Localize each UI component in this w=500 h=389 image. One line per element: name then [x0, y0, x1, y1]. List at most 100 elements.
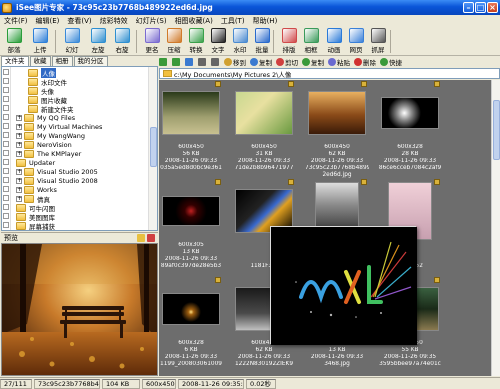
- menu-item[interactable]: 炫彩特效: [96, 16, 132, 26]
- thumbnail-size: 13 KB: [328, 347, 346, 353]
- tree-checkbox[interactable]: [3, 177, 9, 183]
- tree-checkbox[interactable]: [3, 150, 9, 156]
- tree-scrollbar[interactable]: [148, 67, 157, 230]
- tree-checkbox[interactable]: [3, 141, 9, 147]
- toolbar-button[interactable]: 水印: [228, 28, 252, 55]
- up-button[interactable]: [185, 58, 194, 66]
- thumbnail-name: 1199_200803061009: [160, 361, 222, 367]
- back-button[interactable]: [159, 58, 168, 66]
- tree-checkbox[interactable]: [3, 87, 9, 93]
- tree-node-label: 屏幕捕获: [29, 223, 55, 231]
- left-panel-tab[interactable]: 收藏: [29, 56, 51, 66]
- toolbar-button[interactable]: 文字: [206, 28, 230, 55]
- tree-checkbox[interactable]: [3, 195, 9, 201]
- address-bar[interactable]: c:\My Documents\My Pictures 2\人像: [159, 68, 500, 79]
- toolbar-button[interactable]: 网页: [344, 28, 368, 55]
- folder-icon: [24, 195, 34, 203]
- tree-checkbox[interactable]: [3, 123, 9, 129]
- tree-checkbox[interactable]: [3, 186, 9, 192]
- expand-toggle-icon[interactable]: +: [16, 115, 22, 121]
- folder-icon: [16, 159, 26, 167]
- upload-icon: [32, 28, 48, 43]
- toolbar-button[interactable]: 右旋: [110, 28, 134, 55]
- folder-tree[interactable]: 人像 水印文件 头像 图片收藏 新建文件夹 + My QQ Files + My Virtual…: [1, 66, 158, 231]
- expand-toggle-icon[interactable]: +: [16, 196, 22, 202]
- thumbnail-item[interactable]: 600x450 62 KB 2008-11-26 09:33 73c95c23b776…: [305, 80, 369, 178]
- toolbar-button[interactable]: 动画: [322, 28, 346, 55]
- tree-checkbox[interactable]: [3, 204, 9, 210]
- file-action-button[interactable]: 复制: [250, 57, 272, 67]
- thumbnail-item[interactable]: 600x450 56 KB 2008-11-26 09:33 035a5ed8d0bc…: [159, 80, 223, 173]
- file-action-button[interactable]: 剪切: [276, 57, 298, 67]
- toolbar-button[interactable]: 部落: [2, 28, 26, 55]
- expand-toggle-icon[interactable]: +: [16, 169, 22, 175]
- person-icon[interactable]: [137, 234, 145, 242]
- expand-toggle-icon[interactable]: +: [16, 142, 22, 148]
- expand-toggle-icon[interactable]: +: [16, 124, 22, 130]
- file-action-label: 移到: [233, 59, 246, 67]
- toolbar-button[interactable]: 更名: [140, 28, 164, 55]
- menu-item[interactable]: 幻灯片(S): [132, 16, 171, 26]
- expand-toggle-icon[interactable]: +: [16, 151, 22, 157]
- thumbnail-item[interactable]: 600x328 6 KB 2008-11-26 09:33 1199_20080306…: [159, 276, 223, 369]
- tree-checkbox[interactable]: [3, 222, 9, 228]
- maximize-button[interactable]: □: [475, 2, 486, 13]
- sort-button[interactable]: [211, 58, 220, 66]
- thumbnail-item[interactable]: 600x305 13 KB 2008-11-26 09:33 89af0c397de2…: [159, 178, 223, 271]
- convert-icon: [188, 28, 204, 43]
- tree-checkbox[interactable]: [3, 168, 9, 174]
- left-panel-tab[interactable]: 文件夹: [1, 56, 29, 66]
- toolbar-button[interactable]: 抓屏: [366, 28, 390, 55]
- menu-item[interactable]: 工具(T): [217, 16, 249, 26]
- file-action-button[interactable]: 移到: [224, 57, 246, 67]
- file-action-button[interactable]: 删除: [354, 57, 376, 67]
- thumbnail-scroll-thumb[interactable]: [493, 100, 500, 160]
- menu-item[interactable]: 编辑(E): [32, 16, 64, 26]
- toolbar-button[interactable]: 转换: [184, 28, 208, 55]
- thumbnail-item[interactable]: 600x328 28 KB 2008-11-26 09:33 86ce6cceb708…: [378, 80, 442, 173]
- toolbar-button-label: 动画: [327, 46, 341, 54]
- toolbar-button[interactable]: 上传: [28, 28, 52, 55]
- forward-button[interactable]: [172, 58, 181, 66]
- file-action-button[interactable]: 粘贴: [328, 57, 350, 67]
- tree-checkbox[interactable]: [3, 159, 9, 165]
- tree-checkbox[interactable]: [3, 69, 9, 75]
- left-panel-tab[interactable]: 我的分区: [73, 56, 108, 66]
- forward-icon: [172, 58, 180, 66]
- file-action-button[interactable]: 快捷: [380, 57, 402, 67]
- toolbar-button[interactable]: 左旋: [86, 28, 110, 55]
- folder-icon: [28, 87, 38, 95]
- expand-toggle-icon[interactable]: +: [16, 178, 22, 184]
- toolbar-button[interactable]: 幻灯: [60, 28, 84, 55]
- close-preview-icon[interactable]: [147, 234, 155, 242]
- view-button[interactable]: [198, 58, 207, 66]
- toolbar-button[interactable]: 相框: [299, 28, 323, 55]
- thumbnail-name: 89af0c397de28e5b3: [160, 263, 222, 269]
- menu-item[interactable]: 查看(V): [63, 16, 95, 26]
- tree-checkbox[interactable]: [3, 213, 9, 219]
- tree-checkbox[interactable]: [3, 105, 9, 111]
- tree-checkbox[interactable]: [3, 114, 9, 120]
- menu-item[interactable]: 文件(F): [0, 16, 32, 26]
- menu-item[interactable]: 帮助(H): [249, 16, 282, 26]
- toolbar-button[interactable]: 压缩: [162, 28, 186, 55]
- tree-checkbox[interactable]: [3, 96, 9, 102]
- tree-node[interactable]: 屏幕捕获: [16, 221, 55, 231]
- thumbnail-item[interactable]: 600x450 31 KB 2008-11-26 09:33 71de2b8b9647…: [232, 80, 296, 173]
- thumbnail-name: 71de2b8b96471977: [234, 165, 294, 171]
- close-button[interactable]: ×: [487, 2, 498, 13]
- tree-scroll-thumb[interactable]: [150, 127, 157, 167]
- expand-toggle-icon[interactable]: +: [16, 187, 22, 193]
- rotate-right-icon: [114, 28, 130, 43]
- tree-checkbox[interactable]: [3, 132, 9, 138]
- file-action-button[interactable]: 复制: [302, 57, 324, 67]
- menu-item[interactable]: 相图收藏(A): [171, 16, 217, 26]
- thumbnail-scrollbar[interactable]: [491, 80, 500, 376]
- expand-toggle-icon[interactable]: +: [16, 133, 22, 139]
- toolbar-button-label: 排版: [282, 46, 296, 54]
- tree-checkbox[interactable]: [3, 78, 9, 84]
- minimize-button[interactable]: –: [463, 2, 474, 13]
- toolbar-button[interactable]: 排版: [277, 28, 301, 55]
- toolbar-button[interactable]: 批量: [250, 28, 274, 55]
- left-panel-tab[interactable]: 相册: [51, 56, 73, 66]
